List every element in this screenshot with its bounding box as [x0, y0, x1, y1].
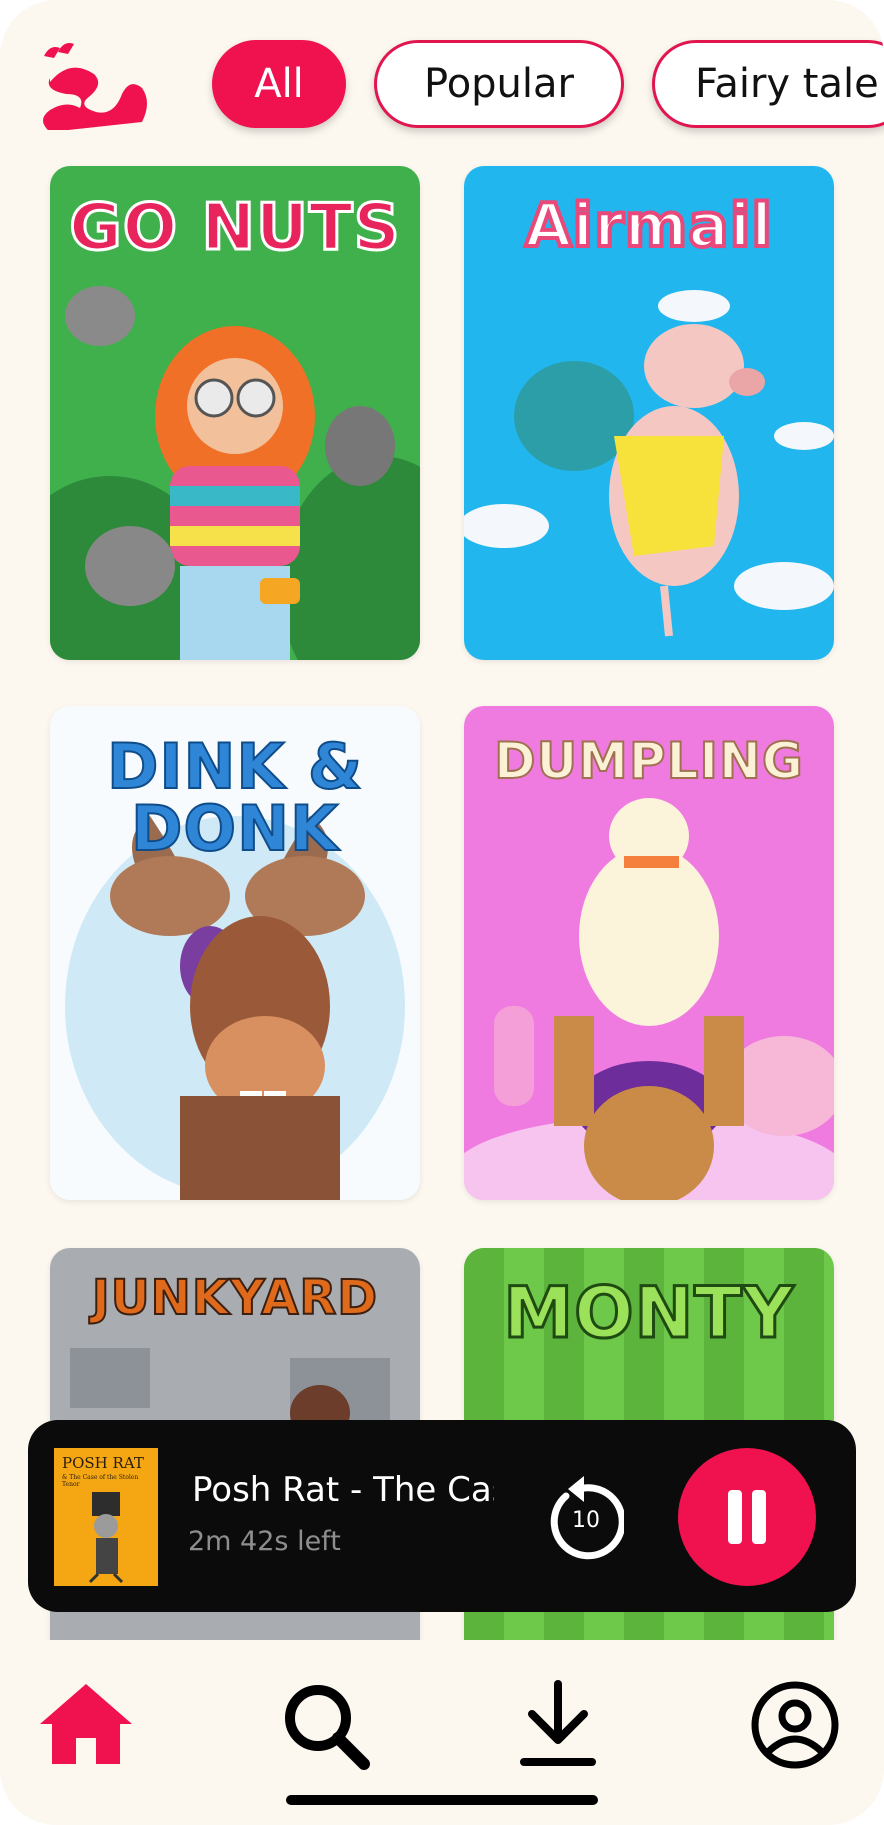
- mini-player[interactable]: POSH RAT & The Case of the Stolen Tenor …: [28, 1420, 856, 1612]
- story-card-go-nuts[interactable]: GO NUTS: [50, 166, 420, 660]
- cover-art: [88, 1492, 124, 1584]
- rewind-seconds: 10: [572, 1508, 600, 1533]
- story-card-airmail[interactable]: Airmail: [464, 166, 834, 660]
- filter-chip-all[interactable]: All: [212, 40, 346, 128]
- search-icon[interactable]: [280, 1680, 370, 1770]
- story-title: Airmail: [523, 191, 774, 261]
- story-card-dumpling[interactable]: DUMPLING: [464, 706, 834, 1200]
- download-icon[interactable]: [520, 1680, 596, 1770]
- app-screen: All Popular Fairy tale GO NUTS Airmail D…: [0, 0, 884, 1825]
- story-card-dink-and-donk[interactable]: DINK & DONK: [50, 706, 420, 1200]
- filter-chip-fairy-tale[interactable]: Fairy tale: [652, 40, 884, 128]
- rewind-10-button[interactable]: 10: [544, 1474, 626, 1560]
- story-title: JUNKYARD: [91, 1270, 379, 1326]
- story-title: DINK & DONK: [106, 730, 364, 865]
- story-title: DUMPLING: [493, 732, 804, 790]
- time-left: 2m 42s left: [188, 1526, 341, 1557]
- home-icon[interactable]: [38, 1680, 134, 1768]
- home-indicator[interactable]: [286, 1795, 598, 1805]
- pause-button[interactable]: [678, 1448, 816, 1586]
- filter-chip-popular[interactable]: Popular: [374, 40, 624, 128]
- now-playing-cover: POSH RAT & The Case of the Stolen Tenor: [54, 1448, 158, 1586]
- pause-icon: [728, 1490, 742, 1544]
- pause-icon: [752, 1490, 766, 1544]
- now-playing-title[interactable]: Posh Rat - The Case of the Stolen Tenor: [192, 1470, 494, 1510]
- story-title: MONTY: [502, 1272, 795, 1354]
- story-title: GO NUTS: [68, 191, 402, 265]
- profile-icon[interactable]: [750, 1680, 840, 1770]
- category-filters: All Popular Fairy tale: [212, 40, 884, 128]
- app-logo: [43, 43, 147, 130]
